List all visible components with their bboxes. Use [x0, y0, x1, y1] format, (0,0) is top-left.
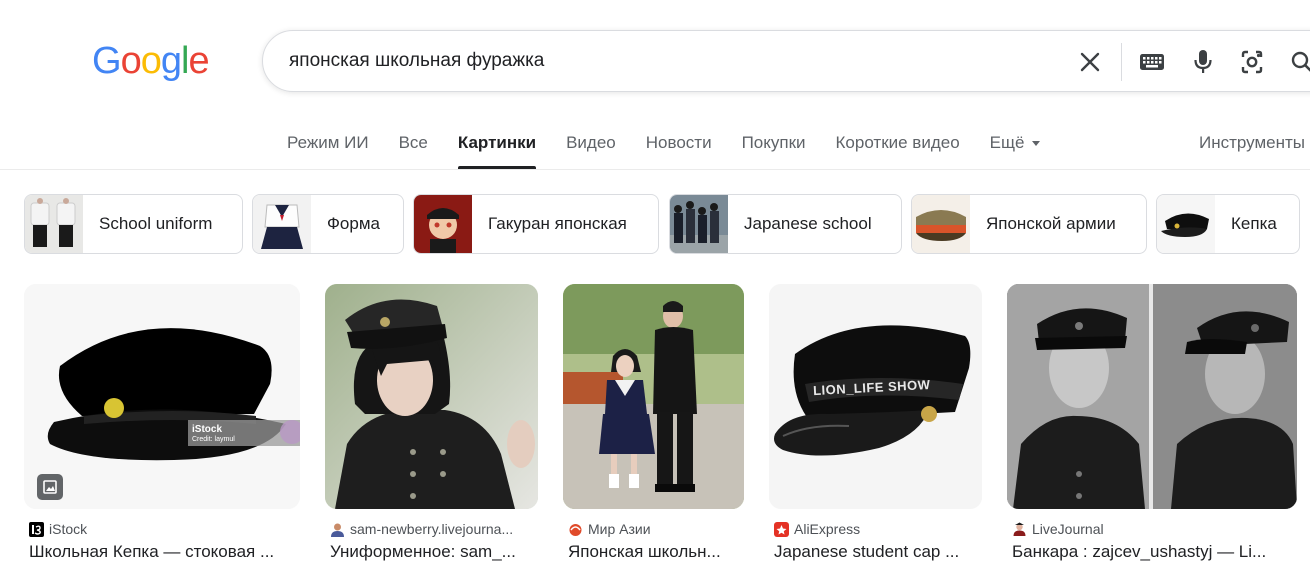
- watermark-text: iStock: [192, 424, 223, 435]
- result-title[interactable]: Школьная Кепка — стоковая ...: [29, 542, 301, 562]
- lens-camera-icon[interactable]: [1237, 47, 1267, 77]
- aliexpress-favicon-icon: [774, 521, 789, 537]
- keyboard-icon[interactable]: [1137, 47, 1167, 77]
- result-source[interactable]: iStock: [29, 521, 87, 537]
- chip-thumbnail: [414, 195, 472, 253]
- search-tabs: Режим ИИ Все Картинки Видео Новости Поку…: [272, 133, 1055, 169]
- result-image[interactable]: LION_LIFE SHOW: [769, 284, 982, 509]
- image-badge-icon: [37, 474, 63, 500]
- search-input[interactable]: японская школьная фуражка: [289, 50, 544, 72]
- microphone-icon[interactable]: [1188, 47, 1218, 77]
- chip-cap[interactable]: Кепка: [1156, 194, 1300, 254]
- chip-thumbnail: [25, 195, 83, 253]
- logo-letter: e: [188, 40, 209, 82]
- search-divider: [1121, 43, 1122, 81]
- result-image[interactable]: [1007, 284, 1297, 509]
- result-title[interactable]: Japanese student cap ...: [774, 542, 979, 562]
- chip-thumbnail: [1157, 195, 1215, 253]
- chip-thumbnail: [670, 195, 728, 253]
- tab-all[interactable]: Все: [384, 133, 443, 169]
- tab-images[interactable]: Картинки: [443, 133, 551, 169]
- tools-button[interactable]: Инструменты: [1199, 133, 1305, 153]
- chip-school-uniform[interactable]: School uniform: [24, 194, 243, 254]
- result-source[interactable]: AliExpress: [774, 521, 860, 537]
- tab-ai-mode[interactable]: Режим ИИ: [272, 133, 384, 169]
- watermark-credit: Credit: laymul: [192, 436, 235, 443]
- logo-letter: o: [120, 40, 142, 82]
- result-title[interactable]: Банкара : zajcev_ushastyj — Li...: [1012, 542, 1302, 562]
- logo-letter: l: [180, 40, 190, 82]
- mir-azii-favicon-icon: [569, 523, 582, 536]
- chip-forma[interactable]: Форма: [252, 194, 404, 254]
- header-divider: [0, 169, 1310, 170]
- result-title[interactable]: Японская школьн...: [568, 542, 745, 562]
- result-image[interactable]: [325, 284, 538, 509]
- logo-letter: o: [140, 40, 162, 82]
- result-source[interactable]: LiveJournal: [1012, 521, 1104, 537]
- tab-videos[interactable]: Видео: [551, 133, 631, 169]
- istock-favicon-icon: [29, 521, 44, 537]
- result-image[interactable]: iStock Credit: laymul: [24, 284, 300, 509]
- result-source[interactable]: Мир Азии: [568, 521, 651, 537]
- result-source[interactable]: sam-newberry.livejourna...: [330, 521, 513, 537]
- google-logo[interactable]: Google: [92, 40, 210, 83]
- chip-japanese-school[interactable]: Japanese school: [669, 194, 902, 254]
- tab-more[interactable]: Ещё: [975, 133, 1056, 169]
- search-icon[interactable]: [1287, 47, 1310, 77]
- tab-shopping[interactable]: Покупки: [727, 133, 821, 169]
- clear-icon[interactable]: [1075, 47, 1105, 77]
- tab-news[interactable]: Новости: [631, 133, 727, 169]
- livejournal-favicon-icon: [1013, 522, 1026, 536]
- tab-short-videos[interactable]: Короткие видео: [821, 133, 975, 169]
- google-images-page: Google японская школьная фуражка Режим И…: [0, 0, 1310, 570]
- caret-down-icon: [1032, 141, 1041, 147]
- logo-letter: G: [92, 40, 122, 82]
- chip-japanese-army[interactable]: Японской армии: [911, 194, 1147, 254]
- search-box[interactable]: японская школьная фуражка: [262, 30, 1310, 92]
- result-image[interactable]: [563, 284, 744, 509]
- user-avatar-icon: [331, 523, 344, 537]
- chip-gakuran[interactable]: Гакуран японская: [413, 194, 659, 254]
- result-title[interactable]: Униформенное: sam_...: [330, 542, 535, 562]
- chip-thumbnail: [253, 195, 311, 253]
- chip-thumbnail: [912, 195, 970, 253]
- logo-letter: g: [160, 40, 182, 82]
